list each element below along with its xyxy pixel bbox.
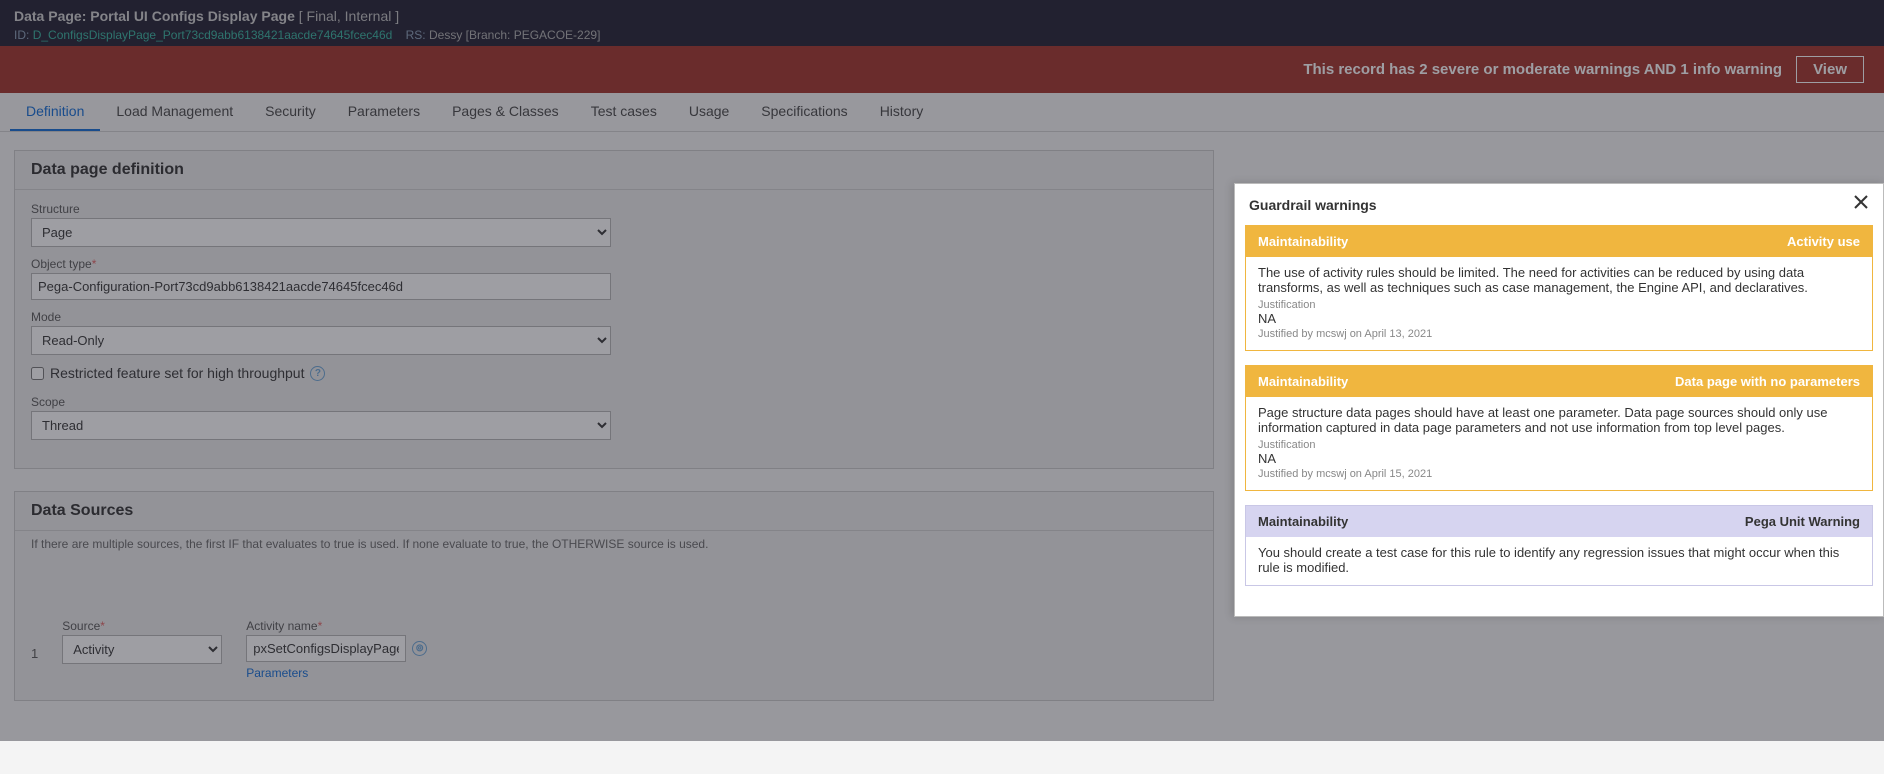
guardrail-panel: Guardrail warnings Maintainability Activ… [1234, 183, 1884, 617]
target-icon[interactable]: ⊚ [412, 641, 427, 656]
rule-type-label: Data Page: [14, 8, 86, 24]
source-select[interactable]: Activity [62, 635, 222, 664]
structure-label: Structure [31, 202, 1197, 216]
id-label: ID: [14, 28, 29, 42]
justification-by: Justified by mcswj on April 13, 2021 [1258, 328, 1860, 340]
id-value: D_ConfigsDisplayPage_Port73cd9abb6138421… [33, 28, 393, 42]
justification-value: NA [1258, 311, 1860, 326]
guardrail-tag: Activity use [1787, 234, 1860, 249]
view-warnings-button[interactable]: View [1796, 56, 1864, 83]
tab-specifications[interactable]: Specifications [745, 93, 863, 131]
rule-status: [ Final, Internal ] [299, 8, 399, 24]
warning-banner: This record has 2 severe or moderate war… [0, 46, 1884, 93]
scope-select[interactable]: Thread [31, 411, 611, 440]
data-sources-title: Data Sources [15, 492, 1213, 531]
justification-label: Justification [1258, 439, 1860, 451]
tab-security[interactable]: Security [249, 93, 332, 131]
warning-text: This record has 2 severe or moderate war… [1303, 61, 1782, 78]
guardrail-category: Maintainability [1258, 234, 1348, 249]
justification-by: Justified by mcswj on April 15, 2021 [1258, 468, 1860, 480]
tab-history[interactable]: History [864, 93, 940, 131]
ruleset-value: Dessy [Branch: PEGACOE-229] [429, 28, 600, 42]
activity-name-input[interactable] [246, 635, 406, 662]
definition-panel: Data page definition Structure Page Obje… [14, 150, 1214, 469]
justification-label: Justification [1258, 299, 1860, 311]
source-row: 1 Source* Activity Activity name* [31, 619, 1197, 680]
tab-pages-classes[interactable]: Pages & Classes [436, 93, 575, 131]
data-sources-hint: If there are multiple sources, the first… [31, 537, 1213, 551]
restricted-label: Restricted feature set for high throughp… [50, 365, 304, 381]
parameters-link[interactable]: Parameters [246, 666, 308, 680]
tab-load-management[interactable]: Load Management [100, 93, 249, 131]
ruleset-label: RS: [406, 28, 426, 42]
data-sources-panel: Data Sources If there are multiple sourc… [14, 491, 1214, 701]
tab-test-cases[interactable]: Test cases [575, 93, 673, 131]
guardrail-tag: Pega Unit Warning [1745, 514, 1860, 529]
rule-header: Data Page: Portal UI Configs Display Pag… [0, 0, 1884, 46]
close-icon[interactable] [1853, 194, 1869, 215]
rule-title: Data Page: Portal UI Configs Display Pag… [14, 8, 1870, 24]
object-type-input[interactable] [31, 273, 611, 300]
mode-label: Mode [31, 310, 1197, 324]
mode-select[interactable]: Read-Only [31, 326, 611, 355]
source-label: Source* [62, 619, 222, 633]
tab-definition[interactable]: Definition [10, 93, 100, 131]
guardrail-category: Maintainability [1258, 514, 1348, 529]
guardrail-tag: Data page with no parameters [1675, 374, 1860, 389]
guardrail-message: The use of activity rules should be limi… [1258, 265, 1860, 295]
help-icon[interactable]: ? [310, 366, 325, 381]
guardrail-title: Guardrail warnings [1249, 197, 1377, 213]
guardrail-message: You should create a test case for this r… [1258, 545, 1860, 575]
justification-value: NA [1258, 451, 1860, 466]
rule-name: Portal UI Configs Display Page [90, 8, 295, 24]
guardrail-message: Page structure data pages should have at… [1258, 405, 1860, 435]
scope-label: Scope [31, 395, 1197, 409]
tab-parameters[interactable]: Parameters [332, 93, 436, 131]
rule-meta: ID: D_ConfigsDisplayPage_Port73cd9abb613… [14, 28, 1870, 42]
guardrail-card: Maintainability Activity use The use of … [1245, 225, 1873, 351]
guardrail-category: Maintainability [1258, 374, 1348, 389]
source-row-number: 1 [31, 646, 38, 661]
object-type-label: Object type* [31, 257, 1197, 271]
restricted-checkbox[interactable] [31, 367, 44, 380]
activity-name-label: Activity name* [246, 619, 427, 633]
tab-usage[interactable]: Usage [673, 93, 745, 131]
definition-panel-title: Data page definition [15, 151, 1213, 190]
guardrail-card: Maintainability Pega Unit Warning You sh… [1245, 505, 1873, 586]
rule-tabs: Definition Load Management Security Para… [0, 93, 1884, 132]
structure-select[interactable]: Page [31, 218, 611, 247]
guardrail-card: Maintainability Data page with no parame… [1245, 365, 1873, 491]
